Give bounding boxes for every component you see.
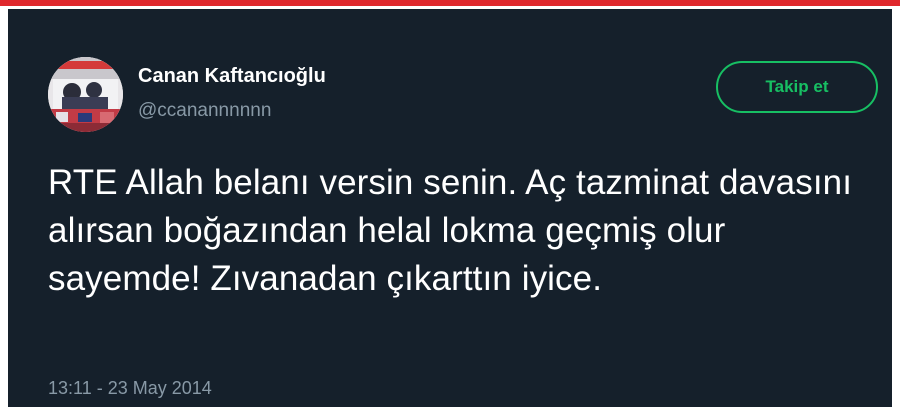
tweet-text: RTE Allah belanı versin senin. Aç tazmin… (48, 163, 853, 298)
follow-button[interactable]: Takip et (716, 61, 878, 113)
profile-photo-icon (48, 57, 123, 132)
tweet-card: Canan Kaftancıoğlu @ccanannnnnn Takip et… (8, 9, 892, 407)
top-accent-bar (0, 0, 900, 6)
tweet-timestamp[interactable]: 13:11 - 23 May 2014 (48, 378, 212, 399)
tweet-header: Canan Kaftancıoğlu @ccanannnnnn Takip et (48, 57, 882, 137)
avatar[interactable] (48, 57, 123, 132)
author-display-name[interactable]: Canan Kaftancıoğlu (138, 65, 326, 88)
author-handle[interactable]: @ccanannnnnn (138, 100, 271, 122)
screenshot-frame: Canan Kaftancıoğlu @ccanannnnnn Takip et… (0, 0, 900, 407)
